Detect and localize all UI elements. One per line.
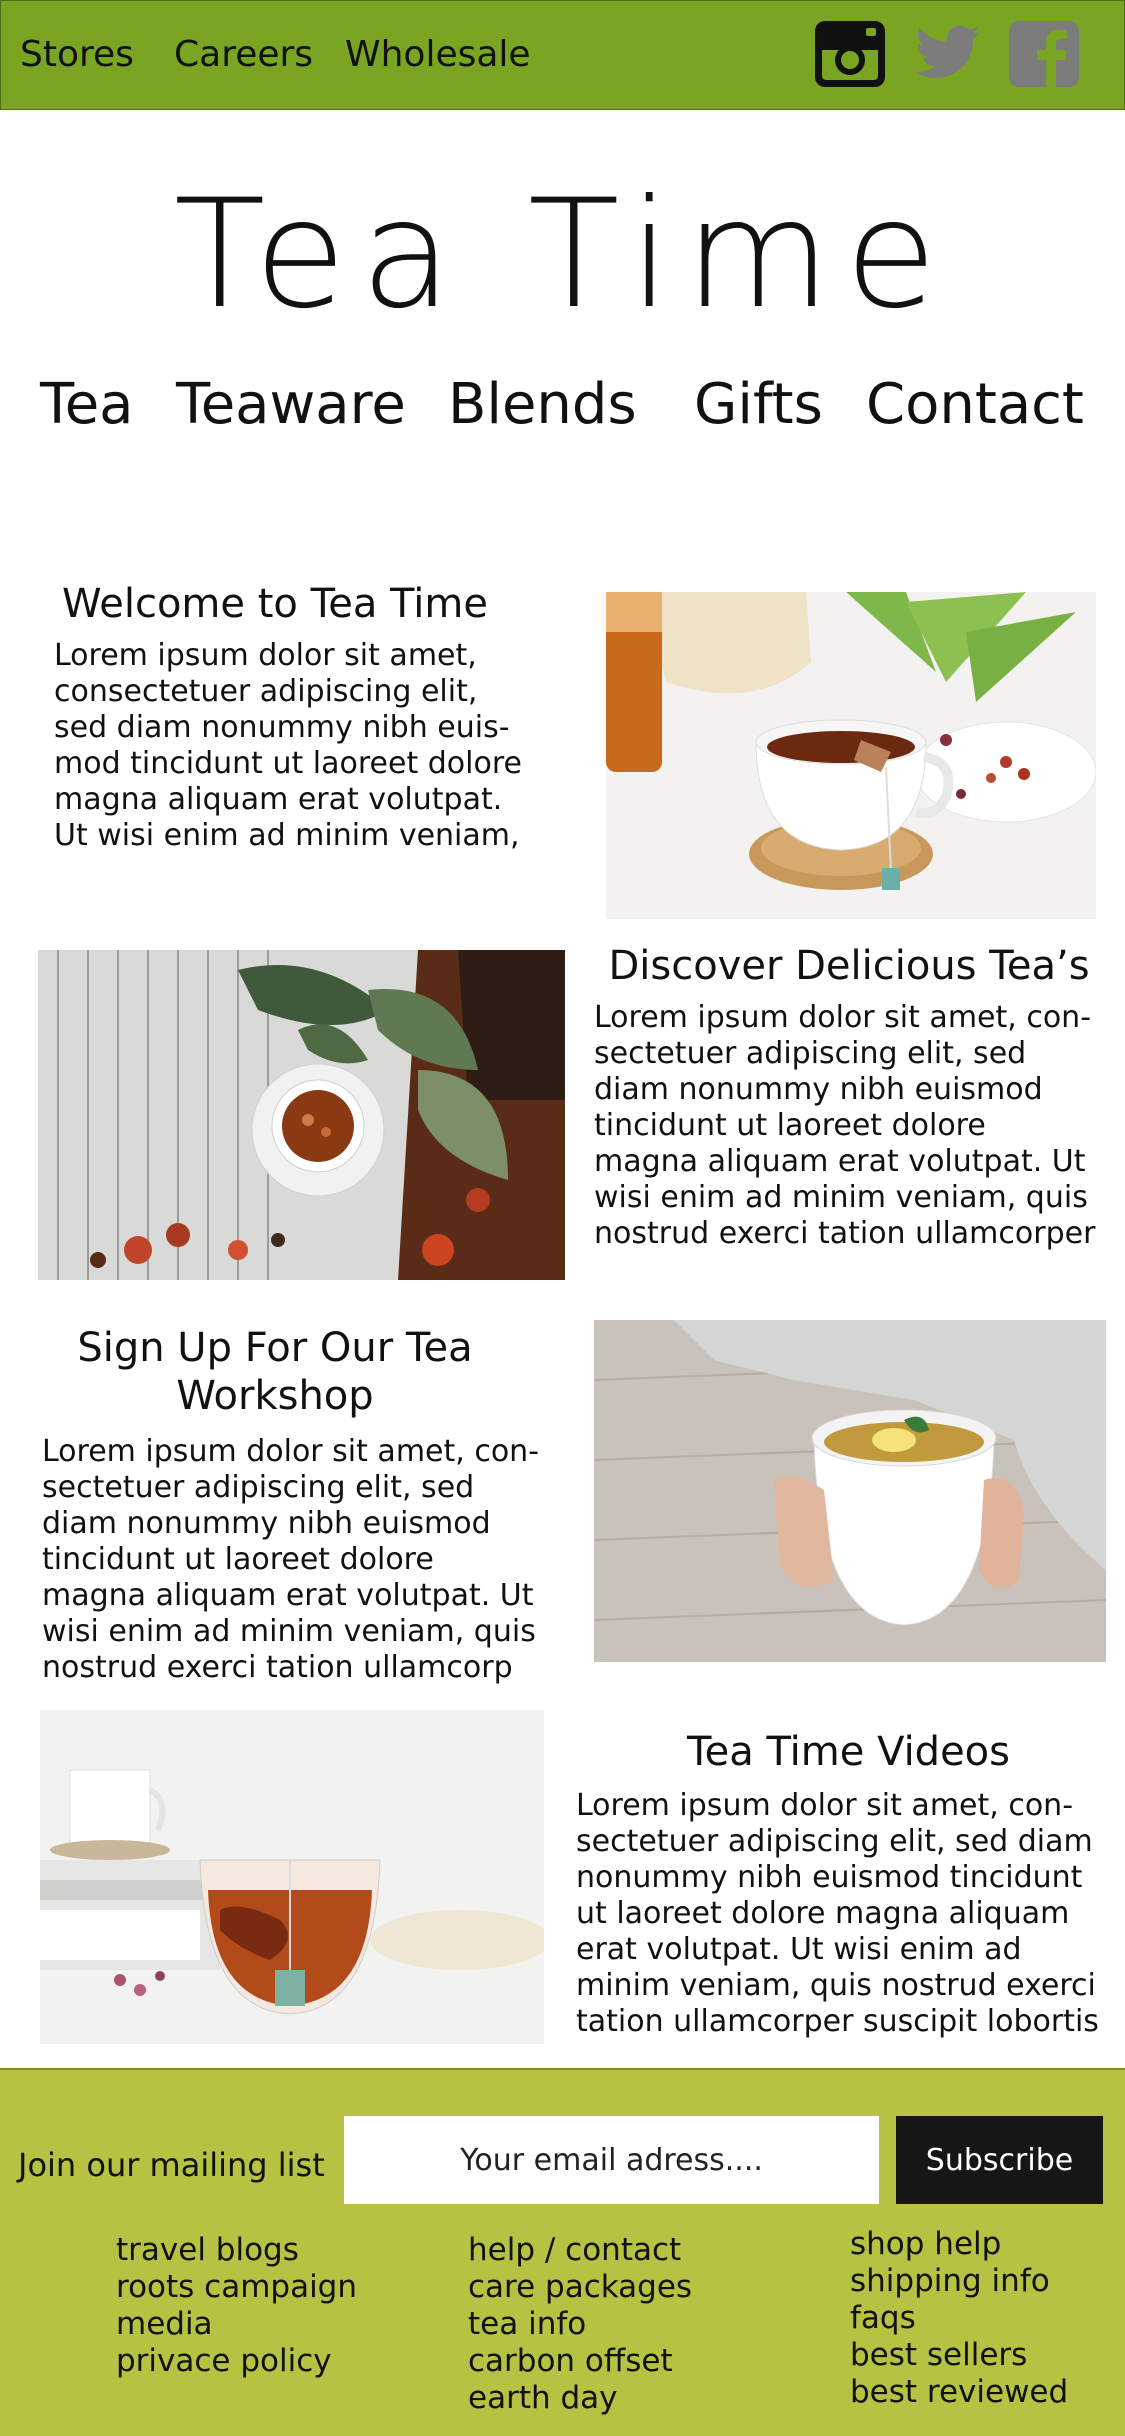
section-text-workshop: Lorem ipsum dolor sit amet, con-sectetue… bbox=[42, 1434, 540, 1685]
footer-link-shipping-info[interactable]: shipping info bbox=[850, 2263, 1068, 2300]
section-text-discover: Lorem ipsum dolor sit amet, con-sectetue… bbox=[594, 1000, 1096, 1251]
stores-link[interactable]: Stores bbox=[20, 34, 134, 75]
footer-link-media[interactable]: media bbox=[116, 2306, 357, 2343]
footer-link-travel-blogs[interactable]: travel blogs bbox=[116, 2232, 357, 2269]
tea-cup-on-coaster-photo bbox=[606, 592, 1096, 919]
wholesale-link[interactable]: Wholesale bbox=[345, 34, 531, 75]
nav-blends[interactable]: Blends bbox=[448, 372, 637, 437]
glass-of-tea-photo bbox=[40, 1710, 544, 2044]
subscribe-button[interactable]: Subscribe bbox=[896, 2116, 1103, 2204]
section-heading-discover: Discover Delicious Tea’s bbox=[608, 943, 1090, 989]
section-heading-videos: Tea Time Videos bbox=[687, 1729, 1010, 1775]
footer-link-care-packages[interactable]: care packages bbox=[468, 2269, 692, 2306]
footer-link-carbon-offset[interactable]: carbon offset bbox=[468, 2343, 692, 2380]
nav-tea[interactable]: Tea bbox=[40, 372, 133, 437]
footer-link-tea-info[interactable]: tea info bbox=[468, 2306, 692, 2343]
footer-link-privacy-policy[interactable]: privace policy bbox=[116, 2343, 357, 2380]
hands-holding-cup-photo bbox=[594, 1320, 1106, 1662]
footer-link-shop-help[interactable]: shop help bbox=[850, 2226, 1068, 2263]
section-text-welcome: Lorem ipsum dolor sit amet, consectetuer … bbox=[54, 638, 522, 853]
footer-link-earth-day[interactable]: earth day bbox=[468, 2380, 692, 2417]
footer-link-best-reviewed[interactable]: best reviewed bbox=[850, 2374, 1068, 2411]
footer-column-1: travel blogs roots campaign media privac… bbox=[116, 2232, 357, 2380]
section-text-videos: Lorem ipsum dolor sit amet, con-sectetue… bbox=[576, 1788, 1099, 2039]
footer-column-2: help / contact care packages tea info ca… bbox=[468, 2232, 692, 2417]
section-heading-welcome: Welcome to Tea Time bbox=[62, 581, 488, 627]
nav-gifts[interactable]: Gifts bbox=[694, 372, 823, 437]
footer-column-3: shop help shipping info faqs best seller… bbox=[850, 2226, 1068, 2411]
mailing-list-label: Join our mailing list bbox=[18, 2146, 325, 2184]
brand-logo[interactable]: Tea Time bbox=[0, 170, 1125, 340]
nav-teaware[interactable]: Teaware bbox=[176, 372, 406, 437]
nav-contact[interactable]: Contact bbox=[866, 372, 1084, 437]
footer-link-roots-campaign[interactable]: roots campaign bbox=[116, 2269, 357, 2306]
footer-link-faqs[interactable]: faqs bbox=[850, 2300, 1068, 2337]
footer-link-best-sellers[interactable]: best sellers bbox=[850, 2337, 1068, 2374]
email-input[interactable] bbox=[344, 2116, 879, 2204]
tea-flatlay-photo bbox=[38, 950, 565, 1280]
facebook-icon[interactable] bbox=[1008, 20, 1080, 88]
footer-link-help-contact[interactable]: help / contact bbox=[468, 2232, 692, 2269]
instagram-icon[interactable] bbox=[814, 20, 886, 88]
twitter-icon[interactable] bbox=[912, 20, 984, 88]
careers-link[interactable]: Careers bbox=[174, 34, 313, 75]
section-heading-workshop: Sign Up For Our Tea Workshop bbox=[77, 1325, 473, 1419]
